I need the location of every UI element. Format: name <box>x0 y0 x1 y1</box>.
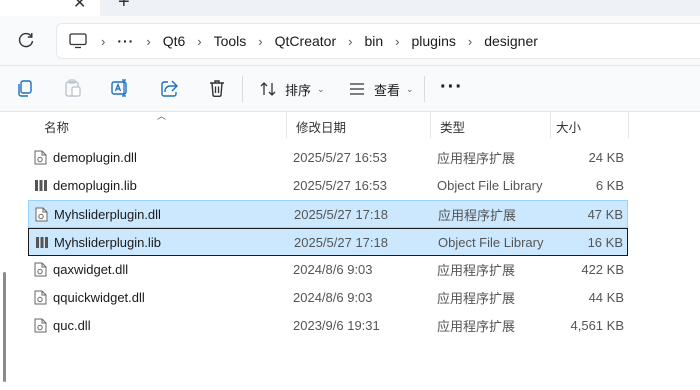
file-type: 应用程序扩展 <box>437 150 516 166</box>
file-size: 16 KB <box>587 234 623 250</box>
refresh-icon[interactable] <box>16 30 36 50</box>
share-icon[interactable] <box>159 78 179 98</box>
file-row-focused[interactable]: Myhsliderplugin.lib 2025/5/27 17:18 Obje… <box>28 228 628 256</box>
file-name: Myhsliderplugin.dll <box>54 206 161 222</box>
copy-icon[interactable] <box>15 78 35 98</box>
file-row[interactable]: demoplugin.lib 2025/5/27 16:53 Object Fi… <box>28 172 628 200</box>
lib-file-icon <box>34 172 48 198</box>
file-date: 2025/5/27 16:53 <box>293 149 387 165</box>
file-name: Myhsliderplugin.lib <box>54 234 161 250</box>
chevron-down-icon: ⌄ <box>317 83 325 94</box>
breadcrumb-item[interactable]: bin <box>364 33 383 49</box>
chevron-right-icon[interactable]: › <box>258 34 262 49</box>
file-rows: demoplugin.dll 2025/5/27 16:53 应用程序扩展 24… <box>28 144 628 340</box>
file-type: 应用程序扩展 <box>437 290 516 306</box>
command-bar: 排序 ⌄ 查看 ⌄ ··· <box>0 66 700 112</box>
chevron-down-icon: ⌄ <box>406 83 414 94</box>
file-name: quc.dll <box>53 317 91 333</box>
breadcrumb-item[interactable]: QtCreator <box>275 33 336 49</box>
dll-file-icon <box>34 256 48 282</box>
chevron-right-icon[interactable]: › <box>395 34 399 49</box>
this-pc-icon[interactable] <box>69 33 87 49</box>
file-row[interactable]: qquickwidget.dll 2024/8/6 9:03 应用程序扩展 44… <box>28 284 628 312</box>
breadcrumb-overflow-button[interactable]: ··· <box>117 33 134 49</box>
breadcrumb: › ··· › Qt6 › Tools › QtCreator › bin › … <box>69 24 538 58</box>
column-header-type[interactable]: 类型 <box>430 112 548 140</box>
file-name: demoplugin.dll <box>53 149 137 165</box>
column-divider[interactable] <box>628 112 629 138</box>
file-name: qquickwidget.dll <box>53 289 145 305</box>
sort-label: 排序 <box>285 82 312 98</box>
column-name-label: 名称 <box>44 120 70 135</box>
view-icon <box>350 83 364 95</box>
more-options-button[interactable]: ··· <box>440 76 463 99</box>
column-header-date[interactable]: 修改日期 <box>286 112 426 140</box>
file-size: 6 KB <box>595 177 624 193</box>
file-date: 2025/5/27 17:18 <box>294 206 388 222</box>
toolbar-divider <box>242 76 243 102</box>
chevron-right-icon[interactable]: › <box>146 34 150 49</box>
address-row: › ··· › Qt6 › Tools › QtCreator › bin › … <box>0 16 700 66</box>
file-size: 47 KB <box>587 206 623 222</box>
column-type-label: 类型 <box>440 120 466 135</box>
address-bar[interactable]: › ··· › Qt6 › Tools › QtCreator › bin › … <box>56 23 700 59</box>
breadcrumb-item-current[interactable]: designer <box>484 33 538 49</box>
file-date: 2023/9/6 19:31 <box>293 317 380 333</box>
toolbar-divider <box>424 76 425 102</box>
column-header-size[interactable]: 大小 <box>546 112 628 140</box>
chevron-right-icon[interactable]: › <box>101 34 105 49</box>
file-size: 4,561 KB <box>570 317 625 333</box>
breadcrumb-item[interactable]: plugins <box>411 33 455 49</box>
file-type: 应用程序扩展 <box>437 318 516 334</box>
column-date-label: 修改日期 <box>296 120 347 135</box>
sort-icon <box>260 82 276 96</box>
file-date: 2024/8/6 9:03 <box>293 261 373 277</box>
column-size-label: 大小 <box>556 120 582 135</box>
file-size: 422 KB <box>581 261 624 277</box>
delete-icon[interactable] <box>207 78 227 98</box>
file-type: Object File Library <box>437 177 543 193</box>
dll-file-icon <box>34 284 48 310</box>
chevron-right-icon[interactable]: › <box>197 34 201 49</box>
new-tab-icon[interactable]: + <box>118 0 130 14</box>
file-name: demoplugin.lib <box>53 177 137 193</box>
file-type: 应用程序扩展 <box>438 207 517 223</box>
tab-strip: ✕ + <box>0 0 700 16</box>
sort-button[interactable]: 排序 ⌄ <box>259 77 325 101</box>
dll-file-icon <box>35 201 49 227</box>
breadcrumb-item[interactable]: Tools <box>214 33 247 49</box>
rename-icon[interactable] <box>110 78 130 98</box>
file-row[interactable]: demoplugin.dll 2025/5/27 16:53 应用程序扩展 24… <box>28 144 628 172</box>
column-header-row: ︿ 名称 修改日期 类型 大小 <box>28 111 630 140</box>
file-list: ︿ 名称 修改日期 类型 大小 demoplugin.dll 2025/5/27… <box>0 111 700 390</box>
lib-file-icon <box>35 229 49 255</box>
file-date: 2024/8/6 9:03 <box>293 289 373 305</box>
chevron-right-icon[interactable]: › <box>348 34 352 49</box>
file-size: 44 KB <box>588 289 624 305</box>
file-name: qaxwidget.dll <box>53 261 129 277</box>
file-row-selected[interactable]: Myhsliderplugin.dll 2025/5/27 17:18 应用程序… <box>28 200 628 228</box>
close-tab-icon[interactable]: ✕ <box>73 0 86 13</box>
file-date: 2025/5/27 17:18 <box>294 234 388 250</box>
file-size: 24 KB <box>588 149 624 165</box>
paste-icon <box>65 79 81 97</box>
file-row[interactable]: quc.dll 2023/9/6 19:31 应用程序扩展 4,561 KB <box>28 312 628 340</box>
file-row[interactable]: qaxwidget.dll 2024/8/6 9:03 应用程序扩展 422 K… <box>28 256 628 284</box>
file-date: 2025/5/27 16:53 <box>293 177 387 193</box>
column-header-name[interactable]: 名称 <box>34 112 288 140</box>
vertical-scrollbar[interactable] <box>3 272 6 382</box>
view-button[interactable]: 查看 ⌄ <box>348 77 414 101</box>
breadcrumb-item[interactable]: Qt6 <box>163 33 186 49</box>
dll-file-icon <box>34 144 48 170</box>
chevron-right-icon[interactable]: › <box>468 34 472 49</box>
view-label: 查看 <box>374 82 401 98</box>
file-type: 应用程序扩展 <box>437 262 516 278</box>
file-type: Object File Library <box>438 234 544 250</box>
dll-file-icon <box>34 312 48 338</box>
